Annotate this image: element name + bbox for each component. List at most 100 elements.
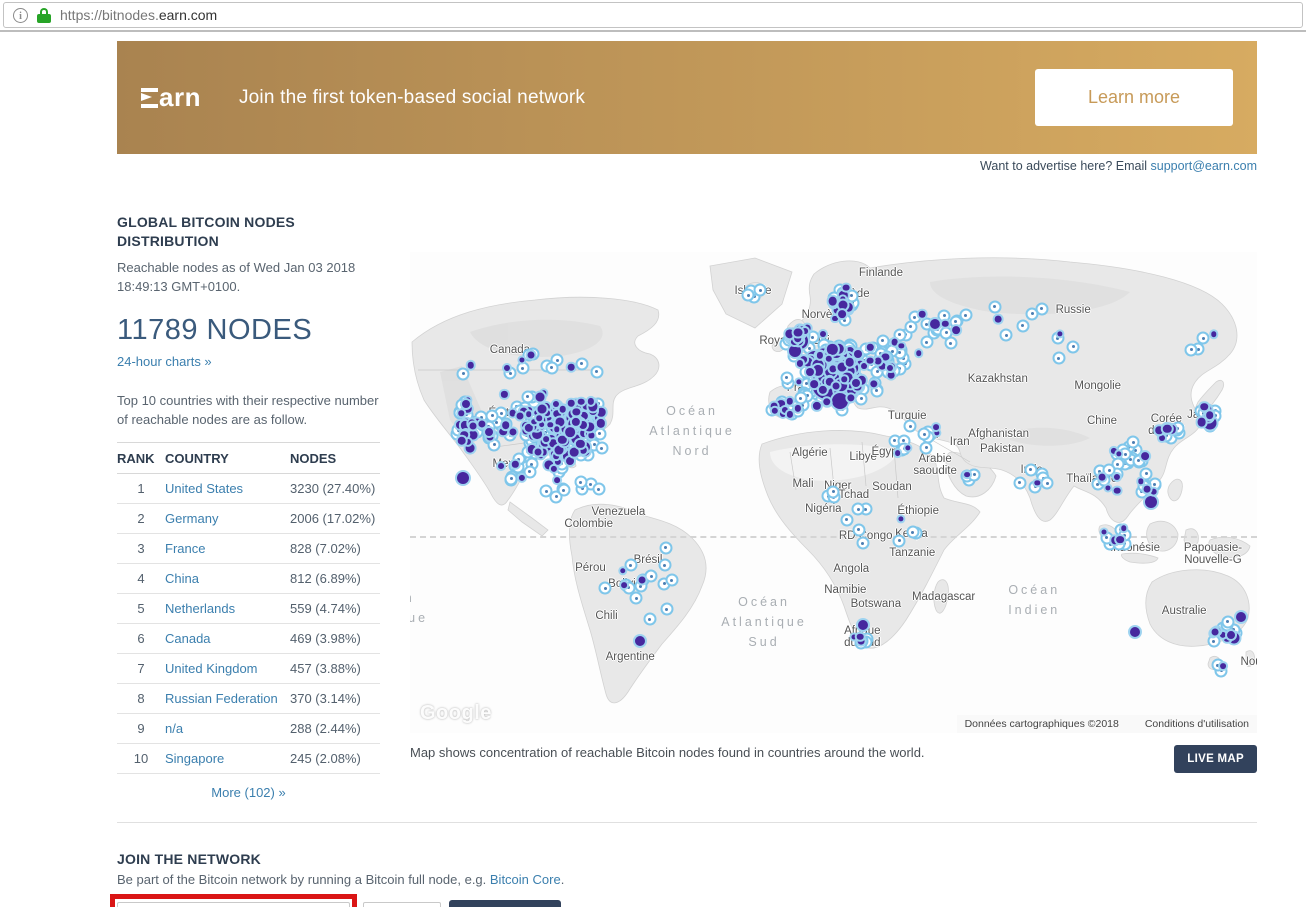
node-dot-purple xyxy=(995,316,1002,323)
node-dot-blue xyxy=(592,483,605,496)
node-dot-purple xyxy=(509,410,516,417)
country-link[interactable]: United States xyxy=(165,481,243,496)
lock-icon[interactable] xyxy=(37,8,51,23)
node-dot-purple xyxy=(861,363,867,369)
node-dot-blue xyxy=(457,367,470,380)
node-dot-purple xyxy=(565,427,575,437)
table-row: 4China812 (6.89%) xyxy=(117,564,380,594)
node-cluster-blob xyxy=(635,636,645,646)
country-cell: United Kingdom xyxy=(165,654,290,684)
more-countries-link[interactable]: More (102) » xyxy=(117,785,380,800)
node-dot-purple xyxy=(621,582,627,588)
node-dot-purple xyxy=(843,284,850,291)
node-dot-blue xyxy=(968,468,981,481)
port-input[interactable] xyxy=(363,902,441,907)
table-row: 5Netherlands559 (4.74%) xyxy=(117,594,380,624)
country-link[interactable]: France xyxy=(165,541,205,556)
node-dot-purple xyxy=(457,437,466,446)
country-link[interactable]: China xyxy=(165,571,199,586)
node-dot-purple xyxy=(933,424,939,430)
node-dot-purple xyxy=(559,406,566,413)
page-title: GLOBAL BITCOIN NODES DISTRIBUTION xyxy=(117,213,302,251)
country-link[interactable]: n/a xyxy=(165,721,183,736)
node-dot-purple xyxy=(568,364,575,371)
node-dot-purple xyxy=(820,331,826,337)
node-dot-purple xyxy=(597,408,606,417)
info-icon[interactable]: i xyxy=(13,8,28,23)
node-dot-blue xyxy=(660,603,673,616)
country-link[interactable]: Germany xyxy=(165,511,218,526)
column-header: RANK xyxy=(117,443,165,474)
ad-banner: arn Join the first token-based social ne… xyxy=(117,41,1257,154)
google-logo[interactable]: Google xyxy=(420,702,492,725)
url-bar[interactable]: i https://bitnodes.earn.com xyxy=(3,2,1303,28)
node-dot-purple xyxy=(916,351,922,357)
table-row: 10Singapore245 (2.08%) xyxy=(117,744,380,774)
node-dot-blue xyxy=(988,300,1001,313)
node-dot-blue xyxy=(593,427,606,440)
url-text: https://bitnodes.earn.com xyxy=(60,7,217,23)
node-dot-blue xyxy=(876,334,889,347)
map-column: IslandeNorvègeSuèdeFinlandeRussieCanadaR… xyxy=(410,213,1257,800)
country-link[interactable]: Netherlands xyxy=(165,601,235,616)
ip-address-input[interactable] xyxy=(117,902,350,907)
world-map[interactable]: IslandeNorvègeSuèdeFinlandeRussieCanadaR… xyxy=(410,252,1257,733)
node-dot-blue xyxy=(1221,615,1234,628)
node-dot-purple xyxy=(1144,486,1151,493)
node-dot-purple xyxy=(535,393,544,402)
screen: i https://bitnodes.earn.com arn Join the… xyxy=(0,0,1306,907)
column-header: COUNTRY xyxy=(165,443,290,474)
node-cluster-blob xyxy=(457,472,469,484)
node-dot-blue xyxy=(486,409,499,422)
node-dot-blue xyxy=(906,526,919,539)
terms-link[interactable]: Conditions d'utilisation xyxy=(1145,718,1249,730)
node-dot-purple xyxy=(498,464,504,470)
node-dot-blue xyxy=(523,465,536,478)
bitcoin-core-link[interactable]: Bitcoin Core xyxy=(490,872,561,887)
node-dot-blue xyxy=(742,289,755,302)
node-dot-purple xyxy=(838,310,846,318)
node-dot-blue xyxy=(599,582,612,595)
live-map-button[interactable]: LIVE MAP xyxy=(1174,745,1257,773)
node-count: 11789 NODES xyxy=(117,314,380,347)
node-dot-blue xyxy=(505,472,518,485)
node-dot-blue xyxy=(852,523,865,536)
country-link[interactable]: United Kingdom xyxy=(165,661,258,676)
support-email-link[interactable]: support@earn.com xyxy=(1151,159,1258,173)
node-dot-purple xyxy=(845,358,854,367)
node-cluster-blob xyxy=(1130,627,1140,637)
node-dot-purple xyxy=(1197,417,1206,426)
rank-cell: 7 xyxy=(117,654,165,684)
section-divider xyxy=(117,822,1257,823)
nodes-cell: 245 (2.08%) xyxy=(290,744,380,774)
rank-cell: 1 xyxy=(117,474,165,504)
node-dot-purple xyxy=(867,357,874,364)
node-dot-purple xyxy=(470,422,477,429)
table-row: 3France828 (7.02%) xyxy=(117,534,380,564)
country-link[interactable]: Canada xyxy=(165,631,211,646)
map-caption: Map shows concentration of reachable Bit… xyxy=(410,745,925,760)
node-dot-blue xyxy=(1000,329,1013,342)
node-dot-purple xyxy=(466,443,475,452)
node-cluster-blob xyxy=(930,319,940,329)
node-dot-blue xyxy=(893,534,906,547)
check-node-button[interactable]: CHECK NODE xyxy=(449,900,561,907)
node-dot-blue xyxy=(545,361,558,374)
node-dot-purple xyxy=(888,372,895,379)
browser-bar: i https://bitnodes.earn.com xyxy=(0,2,1306,32)
charts-link[interactable]: 24-hour charts » xyxy=(117,354,212,369)
country-link[interactable]: Singapore xyxy=(165,751,224,766)
node-dot-purple xyxy=(854,350,862,358)
country-rank-table: RANKCOUNTRYNODES 1United States3230 (27.… xyxy=(117,442,380,774)
country-cell: Russian Federation xyxy=(165,684,290,714)
node-dot-purple xyxy=(539,422,545,428)
node-dot-blue xyxy=(754,284,767,297)
node-dot-blue xyxy=(1052,352,1065,365)
learn-more-button[interactable]: Learn more xyxy=(1035,69,1233,126)
node-dot-purple xyxy=(964,472,970,478)
nodes-cell: 3230 (27.40%) xyxy=(290,474,380,504)
country-link[interactable]: Russian Federation xyxy=(165,691,278,706)
node-dot-blue xyxy=(590,365,603,378)
node-dot-purple xyxy=(1159,435,1165,441)
node-dot-blue xyxy=(904,320,917,333)
